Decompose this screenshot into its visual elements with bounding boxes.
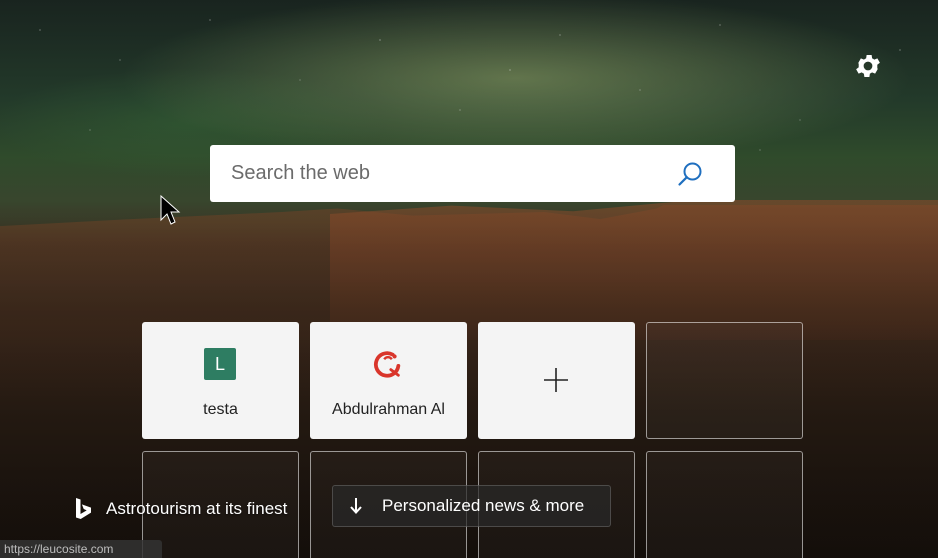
news-button-label: Personalized news & more [382, 496, 585, 515]
tile-empty[interactable] [646, 451, 803, 558]
personalized-news-button[interactable]: Personalized news & more [332, 485, 611, 527]
mouse-cursor-icon [160, 194, 181, 225]
search-input[interactable] [231, 162, 661, 185]
search-icon [678, 162, 702, 186]
abdulrahman-logo-icon [372, 348, 404, 380]
tile-testa[interactable]: L testa [142, 322, 299, 439]
image-caption-text: Astrotourism at its finest [106, 499, 288, 518]
tile-abdulrahman[interactable]: Abdulrahman Al [310, 322, 467, 439]
tile-add-site[interactable] [478, 322, 635, 439]
arrow-down-icon [349, 497, 363, 515]
plus-icon [540, 364, 572, 396]
tile-label: Abdulrahman Al [332, 401, 445, 418]
letter-l-badge: L [204, 348, 236, 380]
search-box [210, 145, 735, 202]
tile-empty[interactable] [646, 322, 803, 439]
tile-label: testa [203, 401, 238, 418]
status-bar-url: https://leucosite.com [0, 540, 162, 558]
settings-button[interactable] [852, 50, 884, 82]
image-caption-link[interactable]: Astrotourism at its finest [74, 494, 287, 524]
gear-icon [856, 55, 880, 77]
tile-testa-icon: L [204, 348, 236, 380]
bing-logo-icon [76, 498, 91, 519]
search-button[interactable] [675, 159, 705, 189]
